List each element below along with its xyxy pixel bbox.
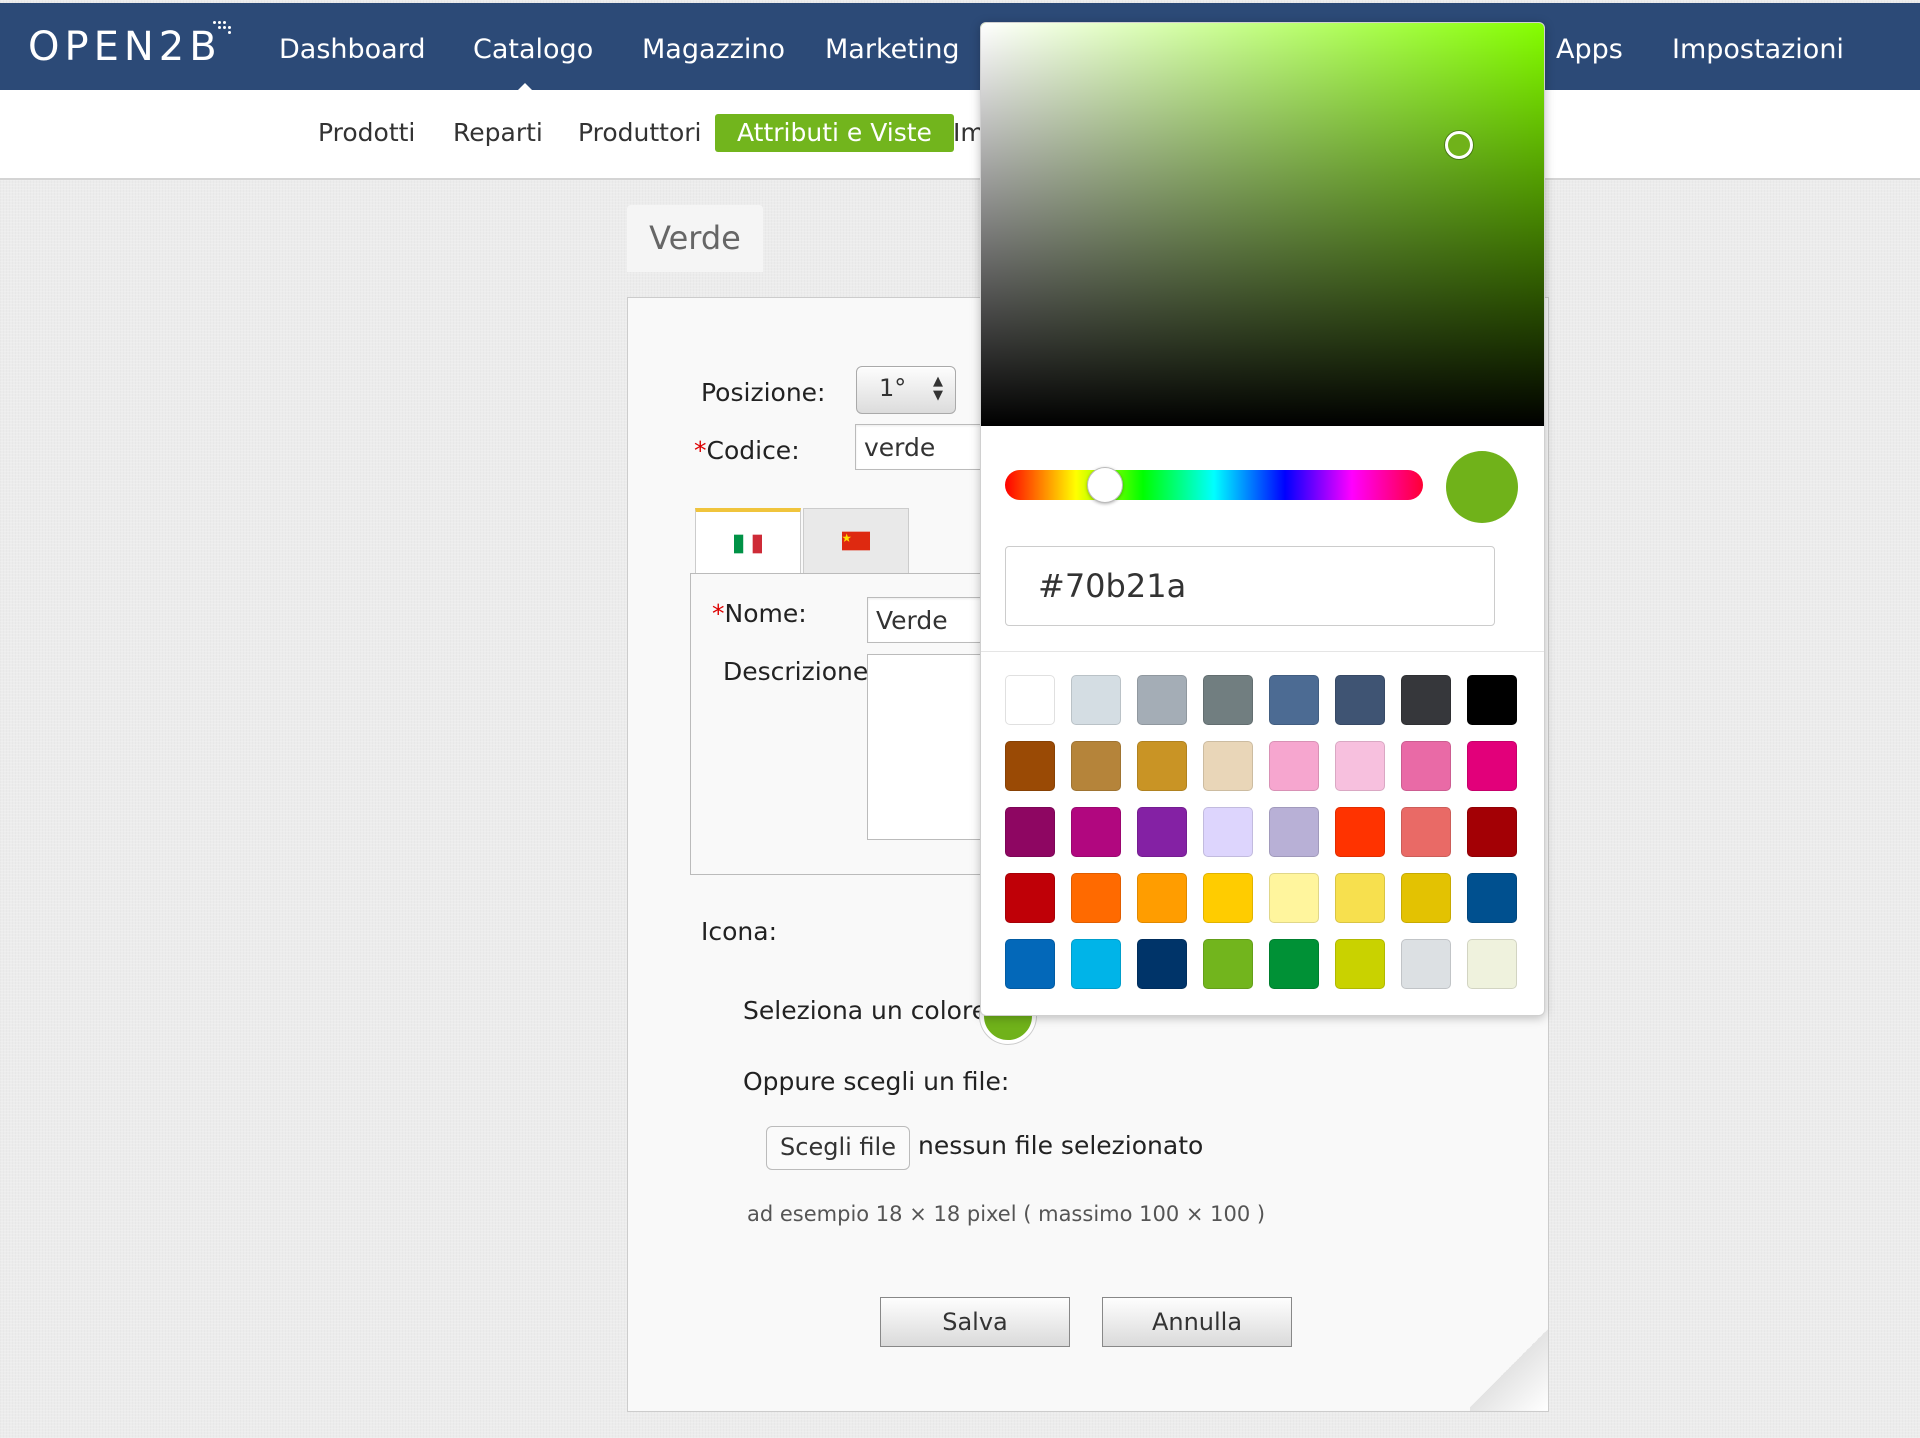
color-swatch[interactable] <box>1137 807 1187 857</box>
nav-catalogo[interactable]: Catalogo <box>473 33 593 67</box>
choose-file-button[interactable]: Scegli file <box>766 1126 910 1170</box>
color-swatch[interactable] <box>1467 675 1517 725</box>
color-swatch[interactable] <box>1071 939 1121 989</box>
china-flag-icon <box>842 531 870 551</box>
color-preview <box>1446 451 1518 523</box>
color-swatch[interactable] <box>1137 939 1187 989</box>
icona-label: Icona: <box>701 917 778 946</box>
saturation-value-handle[interactable] <box>1445 131 1473 159</box>
save-button[interactable]: Salva <box>880 1297 1070 1347</box>
page-curl-decoration <box>1470 1325 1548 1411</box>
descrizione-textarea[interactable] <box>867 654 987 840</box>
open2b-logo[interactable]: OPEN2B <box>28 25 222 69</box>
color-swatch[interactable] <box>1071 807 1121 857</box>
nav-impostazioni[interactable]: Impostazioni <box>1672 33 1844 67</box>
color-swatch[interactable] <box>1005 741 1055 791</box>
codice-label-text: Codice: <box>706 436 800 465</box>
color-swatch[interactable] <box>1269 873 1319 923</box>
subnav-attributi-e-viste[interactable]: Attributi e Viste <box>715 114 954 152</box>
subnav-produttori[interactable]: Produttori <box>578 114 702 152</box>
color-swatch[interactable] <box>1467 807 1517 857</box>
seleziona-colore-label: Seleziona un colore: <box>743 996 996 1025</box>
posizione-label: Posizione: <box>701 378 826 407</box>
nome-label: *Nome: <box>712 599 807 629</box>
subnav-prodotti[interactable]: Prodotti <box>318 114 415 152</box>
color-swatch[interactable] <box>1203 741 1253 791</box>
nome-field[interactable]: Verde <box>867 597 983 643</box>
color-swatch[interactable] <box>1269 675 1319 725</box>
color-swatch[interactable] <box>1005 675 1055 725</box>
color-swatch[interactable] <box>1335 873 1385 923</box>
color-swatch[interactable] <box>1335 741 1385 791</box>
color-swatch[interactable] <box>1071 873 1121 923</box>
color-swatch[interactable] <box>1335 807 1385 857</box>
color-swatch[interactable] <box>1401 939 1451 989</box>
color-swatch[interactable] <box>1401 807 1451 857</box>
hue-slider-handle[interactable] <box>1087 467 1123 503</box>
color-swatch[interactable] <box>1203 939 1253 989</box>
required-marker: * <box>712 599 725 628</box>
icon-size-hint: ad esempio 18 × 18 pixel ( massimo 100 ×… <box>747 1202 1266 1226</box>
main-navbar: OPEN2B Dashboard Catalogo Magazzino Mark… <box>0 3 1920 93</box>
hex-color-input[interactable]: #70b21a <box>1005 546 1495 626</box>
color-swatch[interactable] <box>1269 939 1319 989</box>
color-swatch[interactable] <box>1005 939 1055 989</box>
color-swatch[interactable] <box>1401 873 1451 923</box>
nav-apps[interactable]: Apps <box>1556 33 1623 67</box>
codice-field[interactable]: verde <box>855 424 983 470</box>
page-title: Verde <box>627 205 763 272</box>
color-swatch[interactable] <box>1071 741 1121 791</box>
color-swatch[interactable] <box>1269 741 1319 791</box>
color-swatch[interactable] <box>1401 741 1451 791</box>
nav-dashboard[interactable]: Dashboard <box>279 33 425 67</box>
color-swatch[interactable] <box>1137 873 1187 923</box>
posizione-stepper[interactable]: 1° ▲ ▼ <box>856 366 956 414</box>
descrizione-label: Descrizione: <box>723 657 877 686</box>
color-swatch[interactable] <box>1467 939 1517 989</box>
picker-divider <box>981 651 1544 652</box>
nav-magazzino[interactable]: Magazzino <box>642 33 785 67</box>
color-swatch[interactable] <box>1335 675 1385 725</box>
posizione-value: 1° <box>879 374 907 402</box>
cancel-button[interactable]: Annulla <box>1102 1297 1292 1347</box>
color-swatch[interactable] <box>1467 873 1517 923</box>
stepper-arrows-icon[interactable]: ▲ ▼ <box>933 375 943 403</box>
nav-marketing[interactable]: Marketing <box>825 33 960 67</box>
color-swatch[interactable] <box>1401 675 1451 725</box>
sub-navbar: Prodotti Reparti Produttori Attributi e … <box>0 90 1920 180</box>
tab-lang-cinese[interactable] <box>803 508 909 573</box>
codice-label: *Codice: <box>694 436 800 466</box>
saturation-value-area[interactable] <box>981 23 1544 426</box>
color-swatch[interactable] <box>1467 741 1517 791</box>
file-status: nessun file selezionato <box>918 1131 1204 1160</box>
color-swatch[interactable] <box>1137 741 1187 791</box>
color-swatch[interactable] <box>1005 873 1055 923</box>
nome-label-text: Nome: <box>724 599 807 628</box>
oppure-file-label: Oppure scegli un file: <box>743 1067 1010 1096</box>
required-marker: * <box>694 436 707 465</box>
color-swatch[interactable] <box>1203 873 1253 923</box>
color-swatch[interactable] <box>1137 675 1187 725</box>
color-swatch[interactable] <box>1005 807 1055 857</box>
color-swatch[interactable] <box>1335 939 1385 989</box>
italy-flag-icon <box>734 534 762 553</box>
hue-slider[interactable] <box>1005 470 1423 500</box>
color-swatch[interactable] <box>1203 675 1253 725</box>
tab-lang-italiano[interactable] <box>695 508 801 575</box>
color-swatch[interactable] <box>1203 807 1253 857</box>
logo-dots-icon <box>213 21 237 35</box>
color-swatch[interactable] <box>1269 807 1319 857</box>
color-swatch[interactable] <box>1071 675 1121 725</box>
subnav-reparti[interactable]: Reparti <box>453 114 543 152</box>
color-picker-popup: #70b21a <box>980 22 1545 1016</box>
